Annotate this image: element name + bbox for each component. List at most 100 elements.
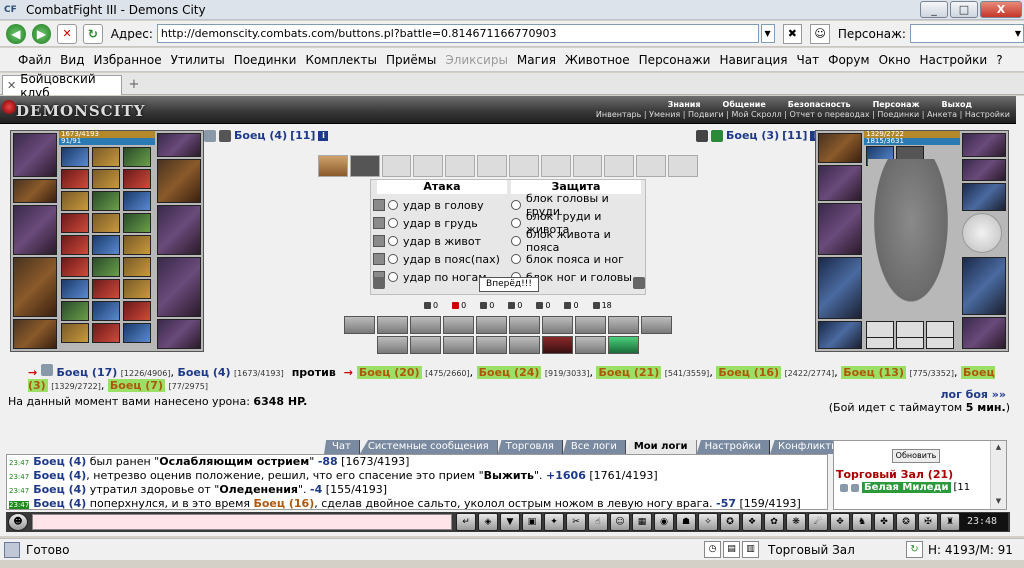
- empty-rune-slot[interactable]: [866, 337, 894, 349]
- chat-tab[interactable]: Системные сообщения: [359, 440, 498, 454]
- room-user-name[interactable]: Белая Миледи: [862, 482, 951, 493]
- header-link[interactable]: Безопасность: [788, 100, 851, 109]
- legs-slot[interactable]: [962, 257, 1006, 315]
- inventory-slot[interactable]: [92, 213, 120, 233]
- refresh-icon[interactable]: ↻: [83, 23, 103, 44]
- chat-tool-icon[interactable]: ❂: [896, 513, 916, 531]
- inventory-slot[interactable]: [123, 279, 151, 299]
- inventory-slot[interactable]: [61, 257, 89, 277]
- team-right-fighter[interactable]: Боец (16): [716, 366, 782, 379]
- ability-slot[interactable]: [542, 316, 573, 334]
- maximize-button[interactable]: □: [950, 1, 978, 18]
- strike-slot[interactable]: [668, 155, 698, 177]
- header-link[interactable]: Персонаж: [873, 100, 920, 109]
- defense-radio[interactable]: [511, 236, 521, 246]
- attack-radio[interactable]: [388, 236, 398, 246]
- smiley-icon[interactable]: ☻: [8, 513, 28, 531]
- chat-tool-icon[interactable]: ♞: [852, 513, 872, 531]
- chat-tool-icon[interactable]: ☺: [610, 513, 630, 531]
- inventory-slot[interactable]: [61, 323, 89, 343]
- inventory-slot[interactable]: [61, 279, 89, 299]
- ability-slot[interactable]: [509, 336, 540, 354]
- attack-radio[interactable]: [388, 254, 398, 264]
- weapon-slot[interactable]: [818, 203, 862, 255]
- inventory-slot[interactable]: [61, 191, 89, 211]
- chat-tool-icon[interactable]: ◈: [478, 513, 498, 531]
- chat-tab[interactable]: Чат: [324, 440, 360, 454]
- ability-slot[interactable]: [443, 316, 474, 334]
- target-square-icon[interactable]: [373, 235, 385, 247]
- refresh-icon[interactable]: [633, 277, 645, 289]
- team-left-fighter[interactable]: Боец (17): [57, 366, 118, 379]
- menu-item[interactable]: Форум: [828, 53, 869, 67]
- defense-radio[interactable]: [511, 200, 521, 210]
- inventory-slot[interactable]: [123, 301, 151, 321]
- header-link[interactable]: Знания: [668, 100, 701, 109]
- belt-slot[interactable]: [13, 319, 57, 349]
- chat-tab[interactable]: Все логи: [562, 440, 626, 454]
- strike-slot[interactable]: [413, 155, 444, 177]
- menu-item[interactable]: Приёмы: [386, 53, 436, 67]
- close-page-icon[interactable]: ✖: [782, 23, 803, 44]
- chat-tab[interactable]: Мои логи: [625, 440, 697, 454]
- chat-tool-icon[interactable]: ▼: [500, 513, 520, 531]
- strike-slot[interactable]: [636, 155, 667, 177]
- attack-option[interactable]: удар по ногам: [373, 269, 487, 285]
- header-link[interactable]: Общение: [723, 100, 766, 109]
- menu-item[interactable]: Магия: [517, 53, 556, 67]
- menu-item[interactable]: Поединки: [234, 53, 297, 67]
- forward-icon[interactable]: ▶: [31, 23, 52, 44]
- clock-icon[interactable]: ◷: [704, 541, 721, 558]
- inventory-slot[interactable]: [123, 147, 151, 167]
- chat-tool-icon[interactable]: ↵: [456, 513, 476, 531]
- back-icon[interactable]: ◀: [6, 23, 26, 44]
- message-fighter[interactable]: Боец (4): [33, 455, 86, 468]
- inventory-slot[interactable]: [61, 213, 89, 233]
- defense-radio[interactable]: [511, 254, 521, 264]
- team-right-fighter[interactable]: Боец (20): [356, 366, 422, 379]
- menu-item[interactable]: Чат: [797, 53, 820, 67]
- earring-slot[interactable]: [157, 133, 201, 157]
- reset-icon[interactable]: [373, 277, 385, 289]
- ability-slot[interactable]: [608, 316, 639, 334]
- address-input[interactable]: [156, 24, 759, 43]
- ability-slot[interactable]: [410, 336, 441, 354]
- chat-tool-icon[interactable]: ☗: [676, 513, 696, 531]
- shield-slot[interactable]: [962, 213, 1002, 253]
- left-fighter-name[interactable]: Боец (4): [234, 129, 287, 142]
- target-icon[interactable]: [711, 129, 723, 142]
- scroll-up-icon[interactable]: ▲: [993, 443, 1004, 453]
- ability-slot[interactable]: [476, 316, 507, 334]
- menu-item[interactable]: Окно: [879, 53, 911, 67]
- inventory-slot[interactable]: [61, 169, 89, 189]
- strike-slot[interactable]: [381, 155, 412, 177]
- chat-tool-icon[interactable]: ♜: [940, 513, 960, 531]
- team-right-fighter[interactable]: Боец (7): [107, 379, 165, 392]
- inventory-slot[interactable]: [92, 147, 120, 167]
- menu-item[interactable]: Файл: [18, 53, 51, 67]
- chat-tool-icon[interactable]: ✂: [566, 513, 586, 531]
- attack-radio[interactable]: [388, 218, 398, 228]
- team-right-fighter[interactable]: Боец (21): [596, 366, 662, 379]
- earring-slot[interactable]: [962, 133, 1006, 157]
- message-fighter[interactable]: Боец (4): [33, 497, 86, 509]
- target-square-icon[interactable]: [373, 199, 385, 211]
- page-icon[interactable]: ▥: [742, 541, 759, 558]
- inventory-slot[interactable]: [61, 301, 89, 321]
- team-right-fighter[interactable]: Боец (24): [476, 366, 542, 379]
- menu-item[interactable]: Персонажи: [639, 53, 711, 67]
- inventory-slot[interactable]: [92, 323, 120, 343]
- strike-slot[interactable]: [508, 155, 539, 177]
- inventory-slot[interactable]: [92, 301, 120, 321]
- target-square-icon[interactable]: [373, 253, 385, 265]
- attack-option[interactable]: удар в голову: [373, 197, 484, 213]
- header-bottom-link-bar[interactable]: Инвентарь | Умения | Подвиги | Мой Скрол…: [596, 110, 1010, 119]
- inventory-slot[interactable]: [61, 147, 89, 167]
- defense-option[interactable]: блок живота и пояса: [511, 228, 645, 254]
- refresh-room-button[interactable]: Обновить: [892, 449, 940, 463]
- gloves-slot[interactable]: [962, 183, 1006, 211]
- empty-rune-slot[interactable]: [926, 337, 954, 349]
- strike-slot-shadow[interactable]: [349, 155, 380, 177]
- weapon-slot[interactable]: [13, 205, 57, 255]
- necklace-slot[interactable]: [13, 179, 57, 203]
